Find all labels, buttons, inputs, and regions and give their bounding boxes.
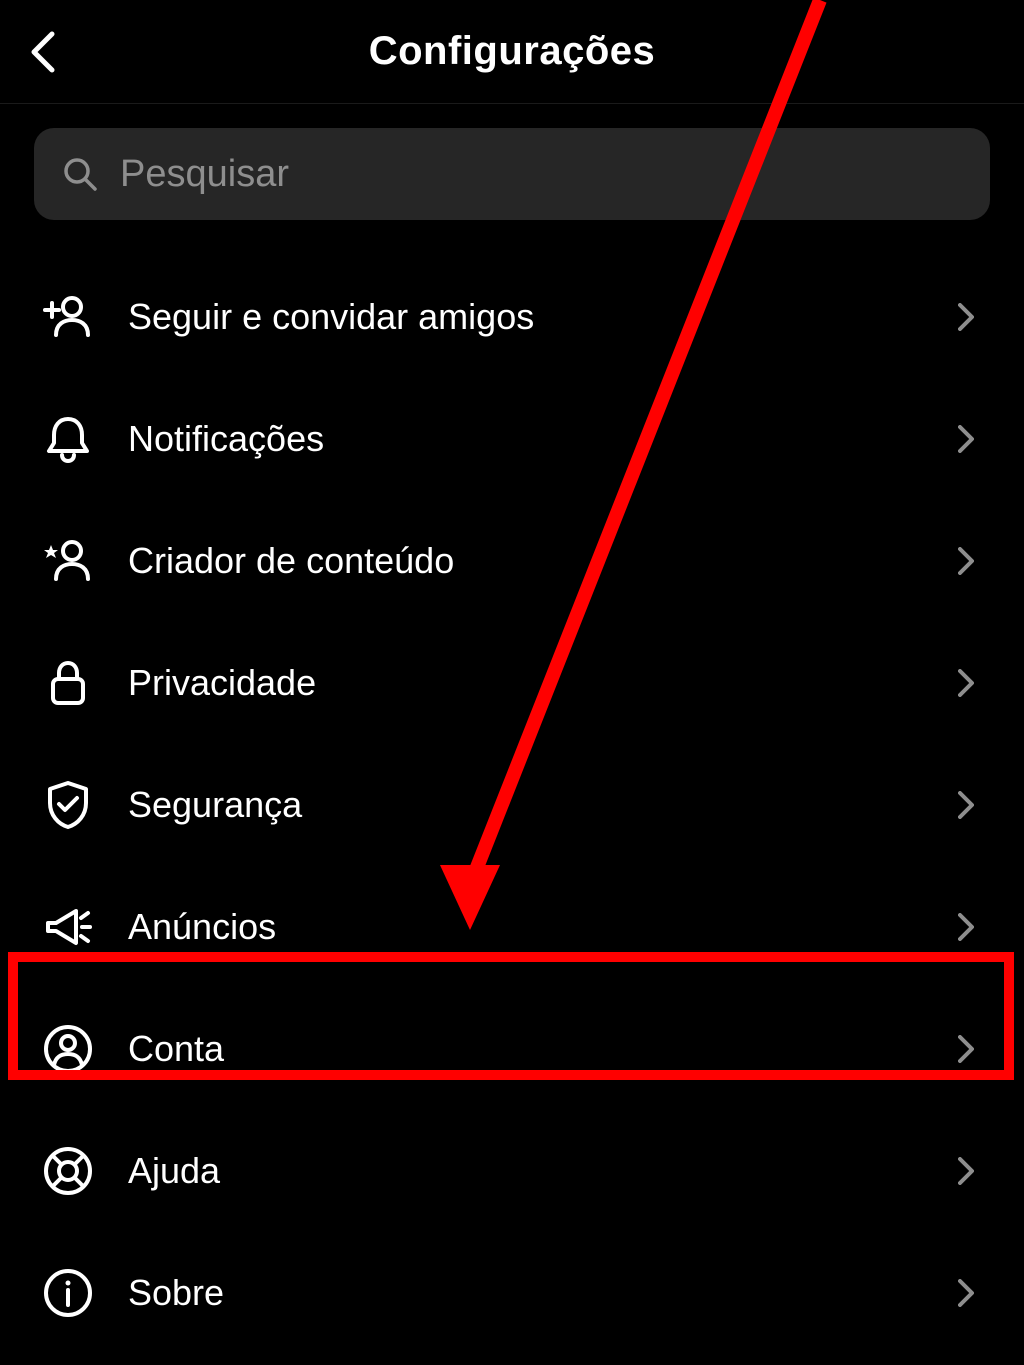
menu-item-privacy[interactable]: Privacidade <box>34 622 990 744</box>
menu-item-label: Notificações <box>104 418 954 460</box>
star-person-icon <box>42 535 104 587</box>
menu-item-label: Segurança <box>104 784 954 826</box>
page-title: Configurações <box>0 29 1024 74</box>
menu-item-account[interactable]: Conta <box>34 988 990 1110</box>
search-bar[interactable] <box>34 128 990 220</box>
menu-item-label: Seguir e convidar amigos <box>104 296 954 338</box>
menu-item-ads[interactable]: Anúncios <box>34 866 990 988</box>
lifebuoy-icon <box>42 1145 104 1197</box>
menu-item-label: Anúncios <box>104 906 954 948</box>
menu-item-creator[interactable]: Criador de conteúdo <box>34 500 990 622</box>
account-circle-icon <box>42 1023 104 1075</box>
menu-item-security[interactable]: Segurança <box>34 744 990 866</box>
menu-item-follow-invite[interactable]: Seguir e convidar amigos <box>34 256 990 378</box>
chevron-right-icon <box>954 1281 978 1305</box>
search-icon <box>62 156 98 192</box>
back-button[interactable] <box>22 32 62 72</box>
menu-item-notifications[interactable]: Notificações <box>34 378 990 500</box>
megaphone-icon <box>42 901 104 953</box>
chevron-left-icon <box>28 30 56 74</box>
info-circle-icon <box>42 1267 104 1319</box>
menu-item-label: Sobre <box>104 1272 954 1314</box>
content: Seguir e convidar amigos Notificações <box>0 104 1024 1354</box>
menu-item-label: Conta <box>104 1028 954 1070</box>
chevron-right-icon <box>954 427 978 451</box>
header: Configurações <box>0 0 1024 104</box>
bell-icon <box>42 413 104 465</box>
search-input[interactable] <box>120 153 962 196</box>
menu-item-label: Privacidade <box>104 662 954 704</box>
chevron-right-icon <box>954 549 978 573</box>
menu-item-label: Ajuda <box>104 1150 954 1192</box>
shield-check-icon <box>42 779 104 831</box>
chevron-right-icon <box>954 793 978 817</box>
settings-list: Seguir e convidar amigos Notificações <box>34 256 990 1354</box>
chevron-right-icon <box>954 1037 978 1061</box>
chevron-right-icon <box>954 305 978 329</box>
chevron-right-icon <box>954 1159 978 1183</box>
menu-item-about[interactable]: Sobre <box>34 1232 990 1354</box>
menu-item-help[interactable]: Ajuda <box>34 1110 990 1232</box>
lock-icon <box>42 657 104 709</box>
add-person-icon <box>42 291 104 343</box>
chevron-right-icon <box>954 671 978 695</box>
chevron-right-icon <box>954 915 978 939</box>
menu-item-label: Criador de conteúdo <box>104 540 954 582</box>
